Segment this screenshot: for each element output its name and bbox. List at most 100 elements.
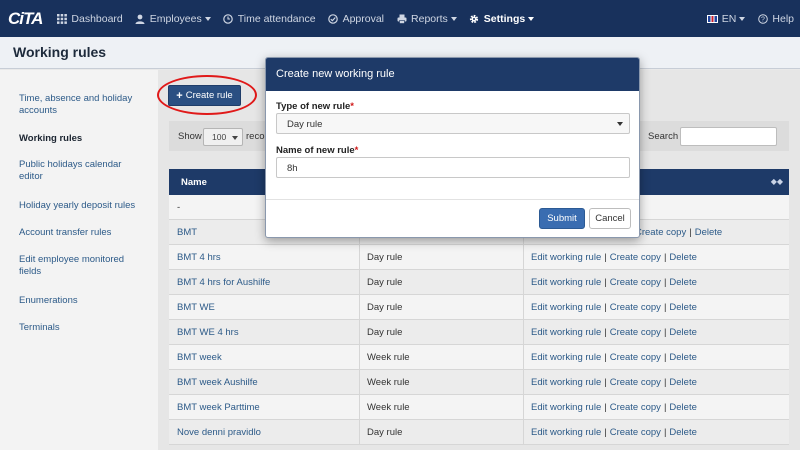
edit-working-rule-link[interactable]: Edit working rule (531, 252, 601, 263)
rule-name-cell[interactable]: BMT week (177, 352, 222, 363)
sidebar-item-enumerations[interactable]: Enumerations (19, 295, 144, 307)
search-input[interactable] (680, 127, 777, 146)
chevron-down-icon (232, 136, 238, 140)
delete-link[interactable]: Delete (669, 352, 696, 363)
row-actions: Create copy | Delete (635, 227, 722, 238)
delete-link[interactable]: Delete (695, 227, 722, 238)
nav-approval[interactable]: Approval (322, 0, 390, 37)
nav-reports-label: Reports (411, 12, 448, 25)
rule-type-value: Day rule (287, 119, 323, 130)
column-divider (523, 395, 524, 419)
rule-name-cell[interactable]: BMT week Aushilfe (177, 377, 258, 388)
chevron-down-icon (739, 16, 746, 21)
sidebar-item-public-holidays[interactable]: Public holidays calendar editor (19, 159, 144, 183)
edit-working-rule-link[interactable]: Edit working rule (531, 402, 601, 413)
delete-link[interactable]: Delete (669, 252, 696, 263)
edit-working-rule-link[interactable]: Edit working rule (531, 327, 601, 338)
action-separator: | (663, 277, 667, 288)
nav-right-group: EN ? Help (701, 0, 800, 37)
table-row: BMT week Parttime Week rule Edit working r… (169, 395, 789, 420)
rule-name-label-text: Name of new rule (276, 145, 355, 156)
check-circle-icon (328, 13, 339, 24)
app-logo[interactable]: CiTA (8, 0, 43, 37)
create-copy-link[interactable]: Create copy (610, 327, 661, 338)
rule-name-cell[interactable]: BMT (177, 227, 197, 238)
rule-type-cell: Day rule (367, 427, 403, 438)
create-copy-link[interactable]: Create copy (610, 427, 661, 438)
chevron-down-icon (450, 16, 457, 21)
create-copy-link[interactable]: Create copy (610, 402, 661, 413)
row-actions: Edit working rule | Create copy | Delete (531, 302, 697, 313)
sidebar-item-holiday-deposit-rules[interactable]: Holiday yearly deposit rules (19, 200, 144, 212)
rule-name-input[interactable]: 8h (276, 157, 630, 178)
delete-link[interactable]: Delete (669, 427, 696, 438)
column-divider (359, 270, 360, 294)
edit-working-rule-link[interactable]: Edit working rule (531, 427, 601, 438)
nav-dashboard[interactable]: Dashboard (50, 0, 128, 37)
table-row: BMT 4 hrs Day rule Edit working rule | Creat… (169, 245, 789, 270)
column-divider (523, 370, 524, 394)
edit-working-rule-link[interactable]: Edit working rule (531, 277, 601, 288)
create-copy-link[interactable]: Create copy (610, 377, 661, 388)
column-divider (523, 345, 524, 369)
sidebar-item-terminals[interactable]: Terminals (19, 322, 144, 334)
edit-working-rule-link[interactable]: Edit working rule (531, 352, 601, 363)
sort-icon[interactable]: ◆◆ (771, 177, 783, 186)
action-separator: | (663, 352, 667, 363)
rule-name-cell[interactable]: BMT WE (177, 302, 215, 313)
chevron-down-icon (528, 16, 535, 21)
nav-dashboard-label: Dashboard (71, 12, 123, 25)
rule-name-cell[interactable]: BMT 4 hrs for Aushilfe (177, 277, 270, 288)
settings-sidebar: Time, absence and holiday accounts Worki… (0, 70, 158, 450)
sidebar-item-account-transfer-rules[interactable]: Account transfer rules (19, 227, 144, 239)
delete-link[interactable]: Delete (669, 402, 696, 413)
page-title: Working rules (13, 44, 107, 60)
rule-type-cell: Day rule (367, 327, 403, 338)
action-separator: | (663, 377, 667, 388)
sidebar-item-working-rules[interactable]: Working rules (19, 133, 144, 145)
nav-approval-label: Approval (342, 12, 385, 25)
sidebar-item-time-absence-accounts[interactable]: Time, absence and holiday accounts (19, 93, 144, 117)
nav-reports[interactable]: Reports (390, 0, 463, 37)
help-label: Help (772, 12, 794, 25)
create-copy-link[interactable]: Create copy (610, 352, 661, 363)
delete-link[interactable]: Delete (669, 377, 696, 388)
rule-name-cell[interactable]: BMT week Parttime (177, 402, 260, 413)
edit-working-rule-link[interactable]: Edit working rule (531, 302, 601, 313)
page-size-select[interactable]: 100 (203, 128, 243, 146)
table-row: BMT WE 4 hrs Day rule Edit working rule | Cr… (169, 320, 789, 345)
row-actions: Edit working rule | Create copy | Delete (531, 352, 697, 363)
column-divider (359, 320, 360, 344)
nav-employees[interactable]: Employees (129, 0, 217, 37)
delete-link[interactable]: Delete (669, 277, 696, 288)
help-link[interactable]: ? Help (751, 0, 800, 37)
required-marker: * (350, 101, 354, 112)
modal-title: Create new working rule (276, 68, 395, 80)
sidebar-item-monitored-fields[interactable]: Edit employee monitored fields (19, 254, 144, 278)
rule-name-cell[interactable]: BMT WE 4 hrs (177, 327, 239, 338)
create-copy-link[interactable]: Create copy (610, 302, 661, 313)
nav-time-attendance[interactable]: Time attendance (217, 0, 322, 37)
column-header-name[interactable]: Name (181, 177, 207, 188)
column-divider (523, 295, 524, 319)
rule-name-cell[interactable]: Nove denni pravidlo (177, 427, 261, 438)
create-copy-link[interactable]: Create copy (610, 252, 661, 263)
cancel-button[interactable]: Cancel (589, 208, 631, 229)
action-separator: | (604, 277, 607, 288)
create-copy-link[interactable]: Create copy (610, 277, 661, 288)
rule-name-cell[interactable]: BMT 4 hrs (177, 252, 221, 263)
delete-link[interactable]: Delete (669, 327, 696, 338)
edit-working-rule-link[interactable]: Edit working rule (531, 377, 601, 388)
delete-link[interactable]: Delete (669, 302, 696, 313)
submit-button[interactable]: Submit (539, 208, 585, 229)
column-divider (359, 245, 360, 269)
create-copy-link[interactable]: Create copy (635, 227, 686, 238)
language-selector[interactable]: EN (701, 0, 752, 37)
user-icon (135, 13, 146, 24)
action-separator: | (663, 427, 667, 438)
action-separator: | (604, 427, 607, 438)
nav-settings-label: Settings (483, 12, 526, 25)
nav-settings[interactable]: Settings (463, 0, 540, 37)
rule-type-select[interactable]: Day rule (276, 113, 630, 134)
highlight-circle-annotation (157, 75, 257, 115)
